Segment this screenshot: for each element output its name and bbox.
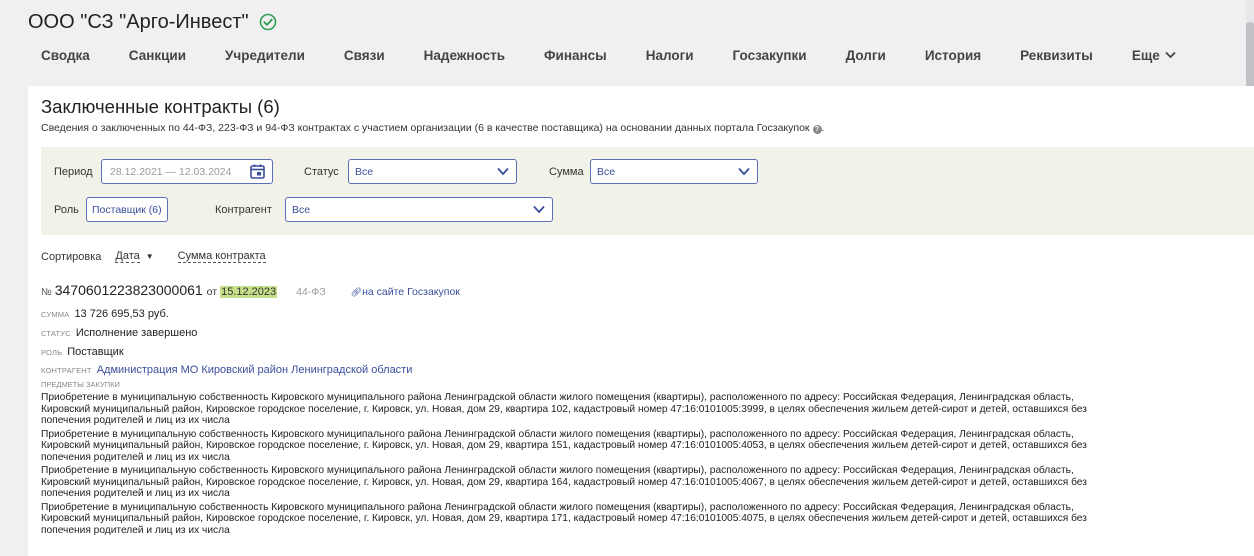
contract-status-label: Статус [41, 329, 71, 338]
nav-item-finances[interactable]: Финансы [531, 48, 607, 63]
period-value: 28.12.2021 — 12.03.2024 [110, 166, 232, 178]
sort-by-sum[interactable]: Сумма контракта [177, 250, 266, 263]
nav-item-sanctions[interactable]: Санкции [116, 48, 186, 63]
contract-role-value: Поставщик [67, 346, 124, 358]
sum-select[interactable]: Все [590, 159, 758, 184]
nav-item-history[interactable]: История [912, 48, 981, 63]
sort-row: Сортировка Дата ▼ Сумма контракта [41, 250, 266, 263]
contract-from: от [206, 286, 218, 298]
procurement-site-link[interactable]: 🔗︎на сайте Госзакупок [351, 286, 460, 298]
chevron-down-icon [738, 167, 750, 176]
nav-item-connections[interactable]: Связи [331, 48, 385, 63]
contracts-card: Заключенные контракты (6) Сведения о зак… [28, 86, 1254, 556]
period-label: Период [54, 166, 93, 178]
item-line: Приобретение в муниципальную собственнос… [41, 501, 1074, 513]
contract-sum-label: Сумма [41, 310, 70, 319]
chevron-down-icon [497, 167, 509, 176]
contract-role-label: Роль [41, 348, 63, 357]
item-line: попечения родителей и лиц из их числа [41, 488, 230, 499]
info-icon[interactable]: ? [812, 125, 822, 134]
item-line: попечения родителей и лиц из их числа [41, 524, 230, 536]
sum-label: Сумма [549, 166, 584, 178]
nav-item-summary[interactable]: Сводка [28, 48, 90, 63]
procurement-items-label: Предметы закупки [41, 380, 120, 389]
item-line: Приобретение в муниципальную собственнос… [41, 465, 1074, 476]
item-line: Кировский муниципальный район, Кировское… [41, 440, 1087, 451]
list-item: Приобретение в муниципальную собственнос… [41, 502, 1246, 537]
section-desc-text: Сведения о заключенных по 44-ФЗ, 223-ФЗ … [41, 122, 810, 134]
contract-number: 3470601223823000061 [54, 282, 203, 298]
status-value: Все [355, 166, 374, 178]
item-line: Приобретение в муниципальную собственнос… [41, 392, 1074, 403]
nav-more-label: Еще [1131, 47, 1160, 63]
item-line: Приобретение в муниципальную собственнос… [41, 428, 1074, 440]
status-label: Статус [304, 166, 339, 178]
sort-desc-icon: ▼ [145, 252, 154, 261]
contract-counterparty-label: Контрагент [41, 366, 92, 375]
calendar-icon[interactable] [249, 163, 266, 180]
contract-counterparty-link[interactable]: Администрация МО Кировский район Ленингр… [97, 364, 413, 376]
contract-law: 44-ФЗ [296, 286, 326, 298]
chevron-down-icon [1165, 51, 1176, 59]
verified-check-icon [259, 13, 276, 31]
item-line: попечения родителей и лиц из их числа [41, 415, 230, 426]
item-line: Кировский муниципальный район, Кировское… [41, 513, 1087, 524]
filter-panel: Период 28.12.2021 — 12.03.2024 Статус Вс… [41, 147, 1254, 235]
nav-item-requisites[interactable]: Реквизиты [1007, 48, 1093, 63]
item-line: Кировский муниципальный район, Кировское… [41, 403, 1087, 415]
section-description: Сведения о заключенных по 44-ФЗ, 223-ФЗ … [41, 122, 825, 134]
section-title: Заключенные контракты (6) [41, 96, 280, 117]
counterparty-value: Все [292, 204, 311, 216]
item-line: Кировский муниципальный район, Кировское… [41, 476, 1087, 488]
company-title: ООО "СЗ "Арго-Инвест" [28, 10, 249, 33]
contract-sum-row: Сумма 13 726 695,53 руб. [41, 304, 169, 322]
period-input[interactable]: 28.12.2021 — 12.03.2024 [101, 159, 273, 184]
nav-item-debts[interactable]: Долги [833, 48, 886, 63]
procurement-items-list: Приобретение в муниципальную собственнос… [41, 392, 1246, 538]
nav-item-taxes[interactable]: Налоги [633, 48, 694, 63]
chevron-down-icon [533, 205, 545, 214]
nav-item-procurement[interactable]: Госзакупки [720, 48, 807, 63]
contract-role-row: Роль Поставщик [41, 342, 124, 360]
main-nav: Сводка Санкции Учредители Связи Надежнос… [28, 40, 1202, 70]
counterparty-label: Контрагент [215, 204, 272, 216]
counterparty-select[interactable]: Все [285, 197, 553, 222]
sort-by-date[interactable]: Дата [115, 250, 140, 263]
nav-item-more[interactable]: Еще [1119, 48, 1176, 63]
contract-status-row: Статус Исполнение завершено [41, 323, 197, 341]
procurement-site-link-text: на сайте Госзакупок [362, 286, 460, 298]
contract-counterparty-row: Контрагент Администрация МО Кировский рай… [41, 360, 412, 378]
contract-header: № 3470601223823000061 от 15.12.2023 44-Ф… [41, 282, 460, 298]
contract-date: 15.12.2023 [220, 286, 278, 298]
sort-label: Сортировка [41, 250, 102, 263]
list-item: Приобретение в муниципальную собственнос… [41, 465, 1246, 500]
contract-number-prefix: № [41, 287, 52, 298]
item-line: попечения родителей и лиц из их числа [41, 451, 230, 463]
sum-value: Все [597, 166, 616, 178]
status-select[interactable]: Все [348, 159, 517, 184]
contract-sum-value: 13 726 695,53 руб. [74, 308, 169, 320]
company-header: ООО "СЗ "Арго-Инвест" [28, 8, 277, 36]
link-icon: 🔗︎ [350, 287, 363, 297]
nav-item-founders[interactable]: Учредители [212, 48, 305, 63]
list-item: Приобретение в муниципальную собственнос… [41, 392, 1246, 427]
role-label: Роль [54, 204, 79, 216]
role-chip-supplier[interactable]: Поставщик (6) [86, 197, 168, 222]
nav-item-reliability[interactable]: Надежность [411, 48, 505, 63]
list-item: Приобретение в муниципальную собственнос… [41, 429, 1246, 464]
contract-status-value: Исполнение завершено [75, 327, 198, 339]
